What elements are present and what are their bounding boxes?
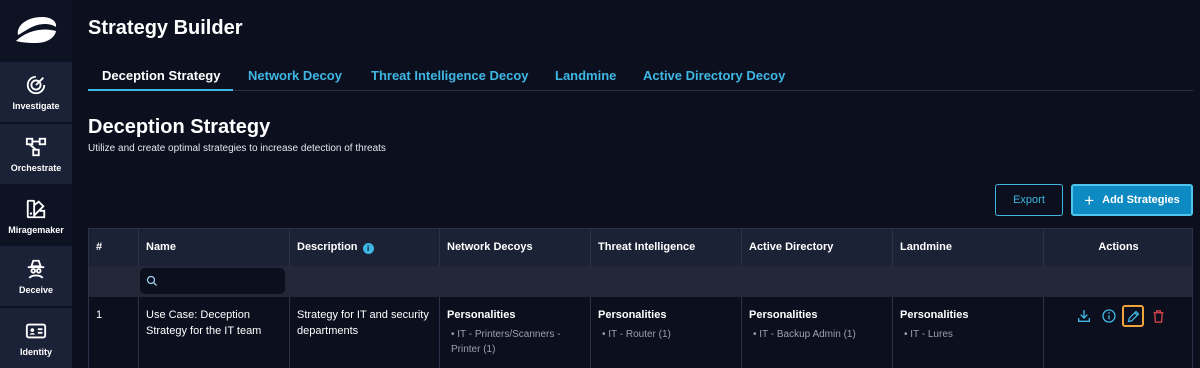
name-search[interactable] [140, 268, 285, 294]
delete-button[interactable] [1148, 306, 1168, 326]
spy-icon [27, 259, 45, 279]
cell-name: Use Case: Deception Strategy for the IT … [138, 297, 289, 368]
search-icon [146, 275, 157, 286]
sidebar: Investigate Orchestrate Miragemaker Dece… [0, 0, 72, 368]
cell-number: 1 [96, 309, 103, 321]
cell-actions [1043, 297, 1193, 368]
tab-active-directory-decoy[interactable]: Active Directory Decoy [643, 59, 785, 91]
download-button[interactable] [1074, 306, 1094, 326]
plus-icon: + [1084, 190, 1095, 210]
sidebar-item-orchestrate[interactable]: Orchestrate [0, 124, 72, 184]
strategies-table: # Name Description i Network Decoys Thre… [88, 228, 1193, 368]
cell-network-decoys: Personalities • IT - Printers/Scanners -… [439, 297, 590, 368]
add-strategies-button[interactable]: + Add Strategies [1071, 184, 1193, 216]
column-header-landmine[interactable]: Landmine [892, 229, 1043, 266]
cell-heading: Personalities [447, 309, 516, 321]
target-icon [26, 75, 46, 94]
sidebar-item-identity[interactable]: Identity [0, 308, 72, 368]
cell-landmine: Personalities • IT - Lures [892, 297, 1043, 368]
cell-active-directory: Personalities • IT - Backup Admin (1) [741, 297, 892, 368]
workflow-icon [25, 137, 47, 156]
cell-threat-intelligence: Personalities • IT - Router (1) [590, 297, 741, 368]
column-header-name[interactable]: Name [138, 229, 289, 266]
sidebar-item-miragemaker[interactable]: Miragemaker [0, 186, 72, 246]
edit-button[interactable] [1122, 305, 1144, 327]
cell-list-item: • IT - Printers/Scanners - Printer (1) [447, 327, 583, 357]
sidebar-item-label: Identity [19, 346, 52, 357]
cell-heading: Personalities [749, 309, 818, 321]
cell-list-item-label: IT - Router (1) [608, 329, 671, 340]
tab-landmine[interactable]: Landmine [555, 59, 616, 91]
cell-heading: Personalities [900, 309, 969, 321]
sidebar-item-deceive[interactable]: Deceive [0, 246, 72, 306]
sidebar-item-label: Deceive [18, 284, 54, 295]
info-icon[interactable]: i [362, 243, 374, 254]
logo-icon [16, 17, 57, 43]
search-input[interactable] [162, 275, 277, 287]
table-row[interactable]: 1 Use Case: Deception Strategy for the I… [89, 297, 1192, 368]
app-logo[interactable] [0, 0, 72, 60]
info-button[interactable] [1099, 306, 1119, 326]
trash-icon [1153, 309, 1163, 323]
sidebar-item-label: Orchestrate [10, 162, 62, 173]
cell-list-item-label: IT - Backup Admin (1) [759, 329, 856, 340]
add-strategies-label: Add Strategies [1102, 194, 1180, 206]
table-header: # Name Description i Network Decoys Thre… [89, 229, 1192, 266]
column-header-number: # [96, 241, 103, 253]
cell-list-item: • IT - Router (1) [598, 327, 734, 342]
tab-network-decoy[interactable]: Network Decoy [248, 59, 342, 91]
palette-icon [26, 199, 46, 218]
cell-list-item-label: IT - Lures [910, 329, 953, 340]
tab-threat-intelligence-decoy[interactable]: Threat Intelligence Decoy [371, 59, 529, 91]
export-button[interactable]: Export [995, 184, 1063, 216]
tab-bar: Deception Strategy Network Decoy Threat … [88, 59, 1193, 91]
sidebar-item-label: Miragemaker [8, 224, 64, 235]
column-header-active-directory[interactable]: Active Directory [741, 229, 892, 266]
sidebar-item-label: Investigate [12, 100, 60, 111]
cell-list-item: • IT - Lures [900, 327, 1036, 342]
page-title: Strategy Builder [88, 17, 243, 39]
cell-list-item: • IT - Backup Admin (1) [749, 327, 885, 342]
cell-list-item-label: IT - Printers/Scanners - Printer (1) [451, 329, 561, 355]
tab-deception-strategy[interactable]: Deception Strategy [88, 59, 234, 91]
column-header-threat-intelligence[interactable]: Threat Intelligence [590, 229, 741, 266]
sidebar-item-investigate[interactable]: Investigate [0, 62, 72, 122]
info-circle-icon [1102, 309, 1116, 323]
section-subtitle: Utilize and create optimal strategies to… [88, 143, 386, 154]
cell-heading: Personalities [598, 309, 667, 321]
id-card-icon [25, 323, 47, 338]
table-filter-row [89, 266, 1192, 297]
section-title: Deception Strategy [88, 116, 271, 138]
column-header-actions: Actions [1043, 229, 1193, 266]
column-header-description-label: Description [297, 241, 358, 253]
pencil-icon [1127, 310, 1139, 322]
cell-description: Strategy for IT and security departments [289, 297, 439, 368]
column-header-network-decoys[interactable]: Network Decoys [439, 229, 590, 266]
column-header-description[interactable]: Description i [289, 229, 439, 266]
download-icon [1078, 310, 1090, 322]
